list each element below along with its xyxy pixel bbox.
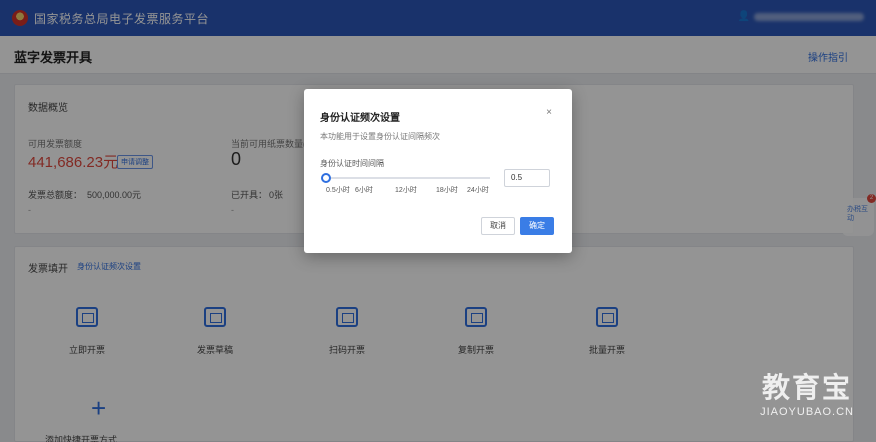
tick-label: 6小时 (355, 187, 373, 194)
interval-input[interactable]: 0.5 (504, 169, 550, 187)
tick-label: 0.5小时 (326, 187, 350, 194)
tick-label: 12小时 (395, 187, 417, 194)
confirm-button[interactable]: 确定 (520, 217, 554, 235)
cancel-button[interactable]: 取消 (481, 217, 515, 235)
auth-frequency-dialog: 身份认证频次设置 × 本功能用于设置身份认证间隔频次 身份认证时间间隔 0.5小… (304, 89, 572, 253)
interval-slider-track[interactable] (326, 177, 490, 179)
interval-label: 身份认证时间间隔 (320, 159, 384, 168)
interval-slider-handle[interactable] (321, 173, 331, 183)
watermark-cn: 教育宝 (762, 372, 853, 403)
close-icon[interactable]: × (546, 107, 552, 118)
dialog-title: 身份认证频次设置 (320, 113, 400, 124)
tick-label: 18小时 (436, 187, 458, 194)
watermark-en: JIAOYUBAO.CN (760, 406, 854, 418)
watermark: 教育宝 JIAOYUBAO.CN (760, 366, 854, 418)
tick-label: 24小时 (467, 187, 489, 194)
dialog-description: 本功能用于设置身份认证间隔频次 (320, 132, 440, 141)
